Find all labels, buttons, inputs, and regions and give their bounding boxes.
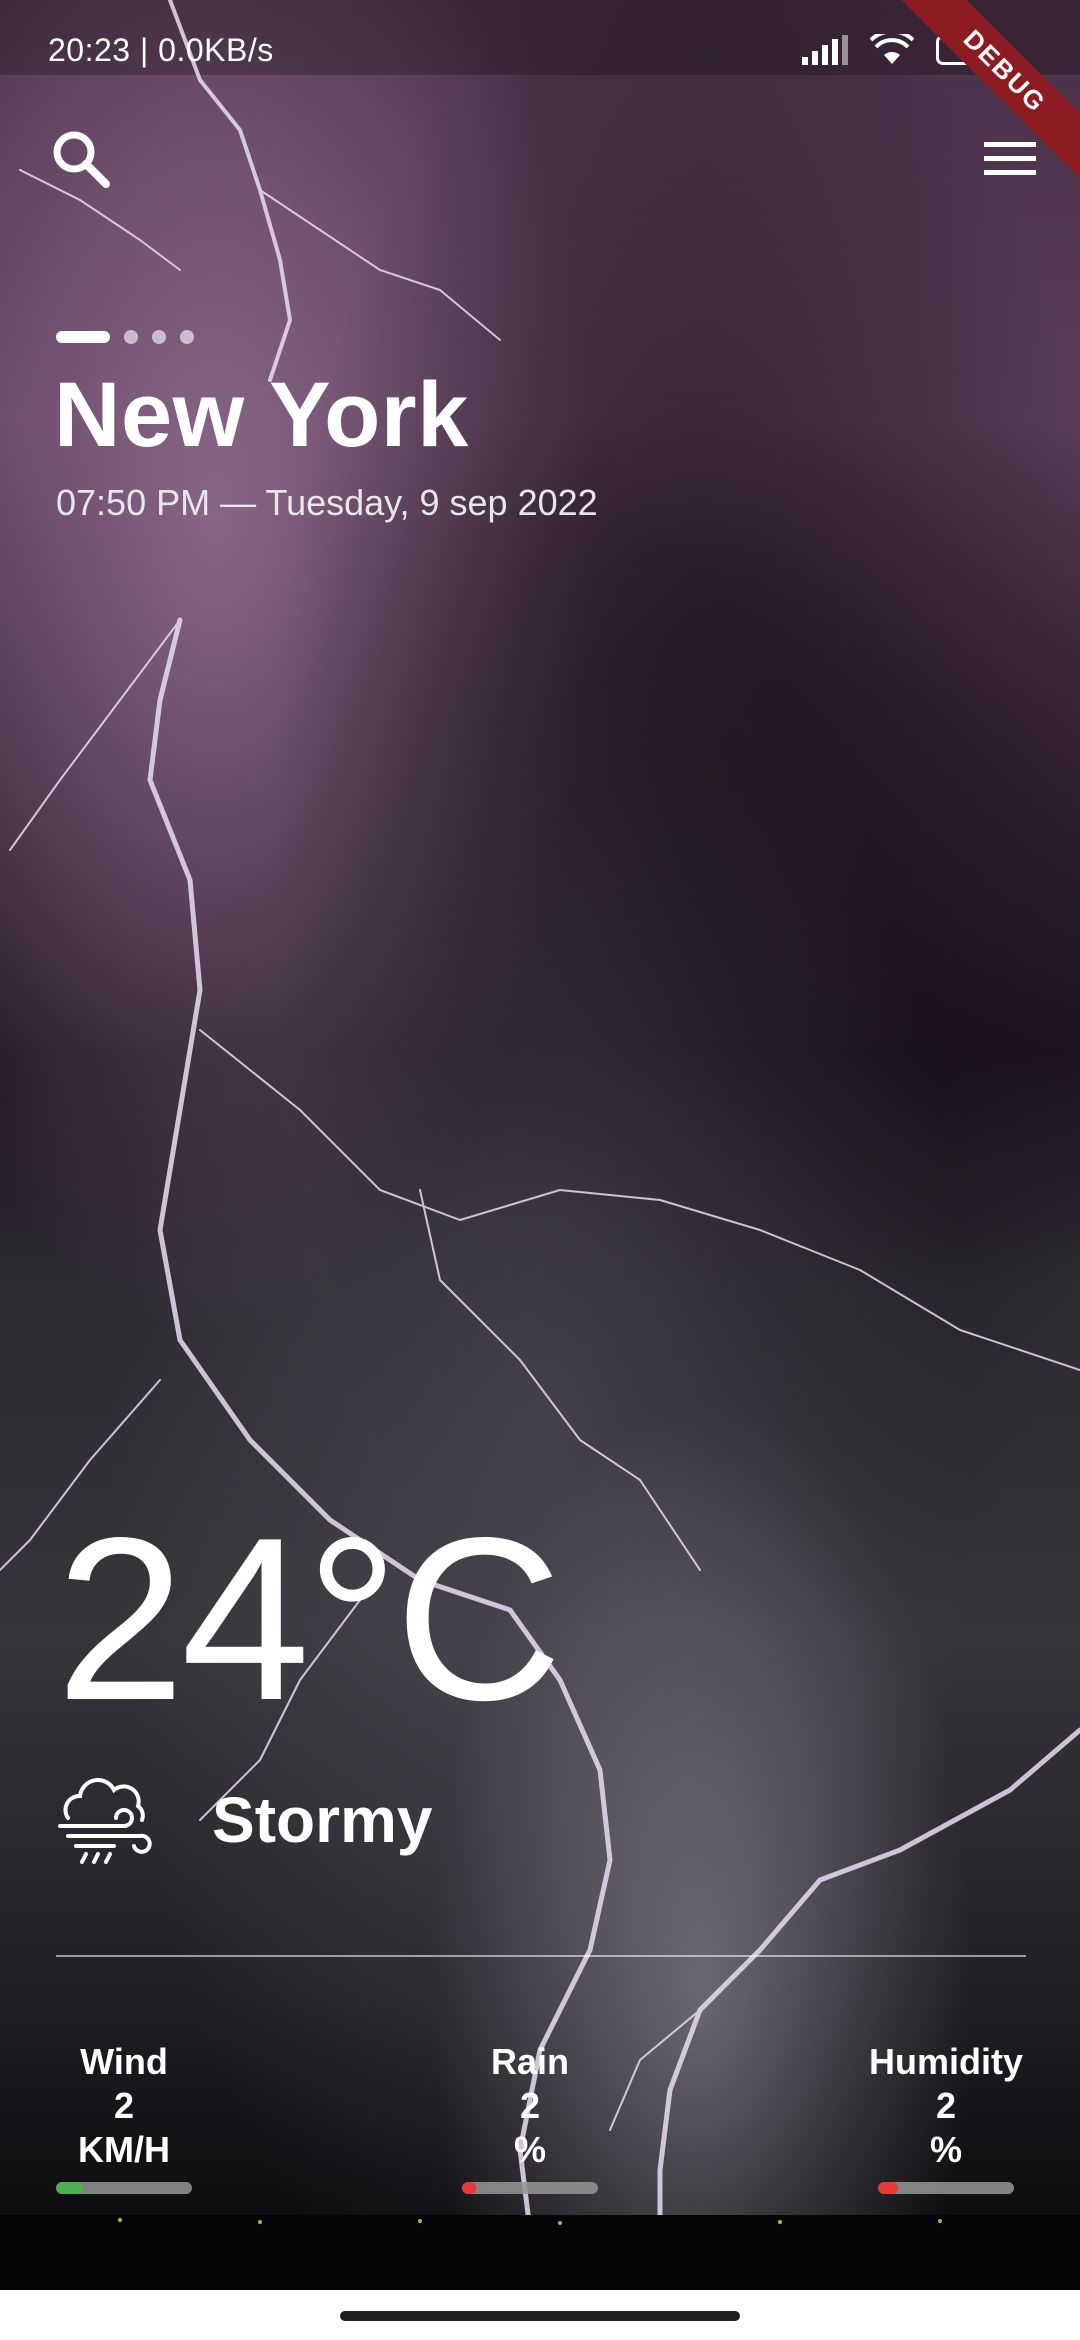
city-name: New York — [54, 364, 469, 466]
wind-value: 2 — [113, 2085, 135, 2126]
menu-icon — [984, 142, 1036, 175]
temperature: 24°C — [56, 1490, 562, 1749]
top-app-bar — [40, 118, 1036, 198]
search-icon — [53, 131, 110, 188]
condition-label: Stormy — [212, 1784, 433, 1856]
storm-background-image — [0, 0, 1080, 2340]
rain-value: 2 — [519, 2085, 541, 2126]
rain-label: Rain — [490, 2041, 569, 2082]
signal-icon — [802, 35, 848, 65]
humidity-value: 2 — [935, 2085, 957, 2126]
rain-unit: % — [513, 2129, 546, 2170]
page-dot-active[interactable] — [56, 331, 110, 343]
home-indicator[interactable] — [340, 2311, 740, 2321]
page-dot[interactable] — [152, 330, 166, 344]
wind-label: Wind — [80, 2041, 168, 2082]
humidity-stat: Humidity 2 % — [866, 2040, 1026, 2194]
date-time: 07:50 PM — Tuesday, 9 sep 2022 — [56, 482, 598, 523]
wind-bar — [56, 2182, 192, 2194]
wifi-icon — [870, 34, 914, 64]
wind-bar-fill — [56, 2182, 84, 2194]
page-dot[interactable] — [180, 330, 194, 344]
page-indicator — [56, 330, 194, 344]
wind-unit: KM/H — [78, 2129, 170, 2170]
weather-screen: 20:23 | 0.0KB/s 41 DEBUG — [0, 0, 1080, 2340]
wind-stat: Wind 2 KM/H — [44, 2040, 204, 2194]
humidity-unit: % — [929, 2129, 962, 2170]
humidity-label: Humidity — [868, 2041, 1023, 2082]
humidity-bar-fill — [878, 2182, 899, 2194]
rain-stat: Rain 2 % — [450, 2040, 610, 2194]
page-dot[interactable] — [124, 330, 138, 344]
weather-condition: Stormy — [54, 1768, 433, 1872]
rain-bar — [462, 2182, 598, 2194]
cloud-wind-rain-icon — [58, 1778, 152, 1864]
rain-bar-fill — [462, 2182, 476, 2194]
status-time-speed: 20:23 | 0.0KB/s — [48, 31, 274, 68]
search-button[interactable] — [40, 118, 120, 198]
humidity-bar — [878, 2182, 1014, 2194]
divider — [56, 1955, 1026, 1957]
